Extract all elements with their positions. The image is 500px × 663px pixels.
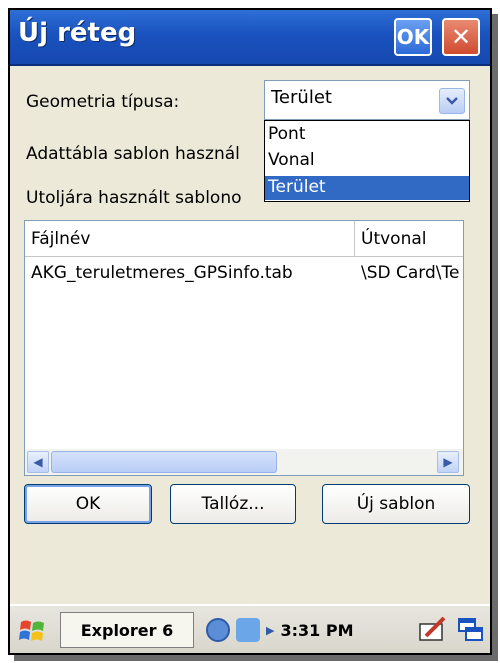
list-item-filename: AKG_teruletmeres_GPSinfo.tab — [31, 263, 293, 283]
geometry-type-dropdown: Pont Vonal Terület — [264, 120, 470, 202]
dropdown-option-pont[interactable]: Pont — [265, 123, 469, 147]
geometry-type-select[interactable]: Terület — [264, 80, 470, 120]
chevron-down-icon[interactable] — [439, 88, 465, 114]
dropdown-option-terulet[interactable]: Terület — [265, 176, 469, 200]
system-tray: ▶ 3:31 PM — [206, 614, 353, 646]
clock[interactable]: 3:31 PM — [280, 621, 353, 640]
windows-start-icon[interactable] — [18, 616, 48, 646]
title-bar: Új réteg OK ✕ — [10, 10, 490, 66]
windows-switch-icon[interactable] — [456, 616, 486, 644]
recent-templates-label: Utoljára használt sablono — [26, 188, 242, 208]
column-header-filename[interactable]: Fájlnév — [25, 221, 355, 257]
horizontal-scrollbar[interactable]: ◀ ▶ — [25, 449, 463, 475]
list-item-path: \SD Card\Te — [361, 263, 460, 283]
scroll-right-icon[interactable]: ▶ — [437, 451, 459, 473]
list-header: Fájlnév Útvonal — [25, 221, 463, 257]
column-header-path[interactable]: Útvonal — [355, 221, 463, 257]
template-label: Adattábla sablon használ — [26, 144, 240, 164]
taskbar-app-explorer[interactable]: Explorer 6 — [60, 612, 194, 648]
taskbar: Explorer 6 ▶ 3:31 PM — [10, 604, 490, 653]
input-panel-icon[interactable] — [418, 616, 448, 644]
arrow-right-icon: ▶ — [266, 623, 275, 637]
network-icon[interactable] — [236, 618, 260, 642]
title-ok-button[interactable]: OK — [394, 18, 432, 56]
recent-templates-list[interactable]: Fájlnév Útvonal AKG_teruletmeres_GPSinfo… — [24, 220, 464, 476]
scrollbar-thumb[interactable] — [51, 451, 277, 473]
ok-button[interactable]: OK — [24, 484, 152, 524]
title-close-button[interactable]: ✕ — [442, 18, 480, 56]
new-template-button[interactable]: Új sablon — [322, 484, 470, 524]
list-item[interactable]: AKG_teruletmeres_GPSinfo.tab \SD Card\Te — [25, 263, 463, 289]
geometry-type-value: Terület — [271, 87, 332, 108]
dropdown-option-vonal[interactable]: Vonal — [265, 149, 469, 173]
geometry-type-label: Geometria típusa: — [26, 92, 180, 112]
gps-icon[interactable] — [206, 618, 230, 642]
window-title: Új réteg — [18, 18, 137, 48]
browse-button[interactable]: Tallóz... — [170, 484, 296, 524]
screen: Új réteg OK ✕ Geometria típusa: Adattábl… — [10, 10, 490, 653]
scroll-left-icon[interactable]: ◀ — [27, 451, 49, 473]
